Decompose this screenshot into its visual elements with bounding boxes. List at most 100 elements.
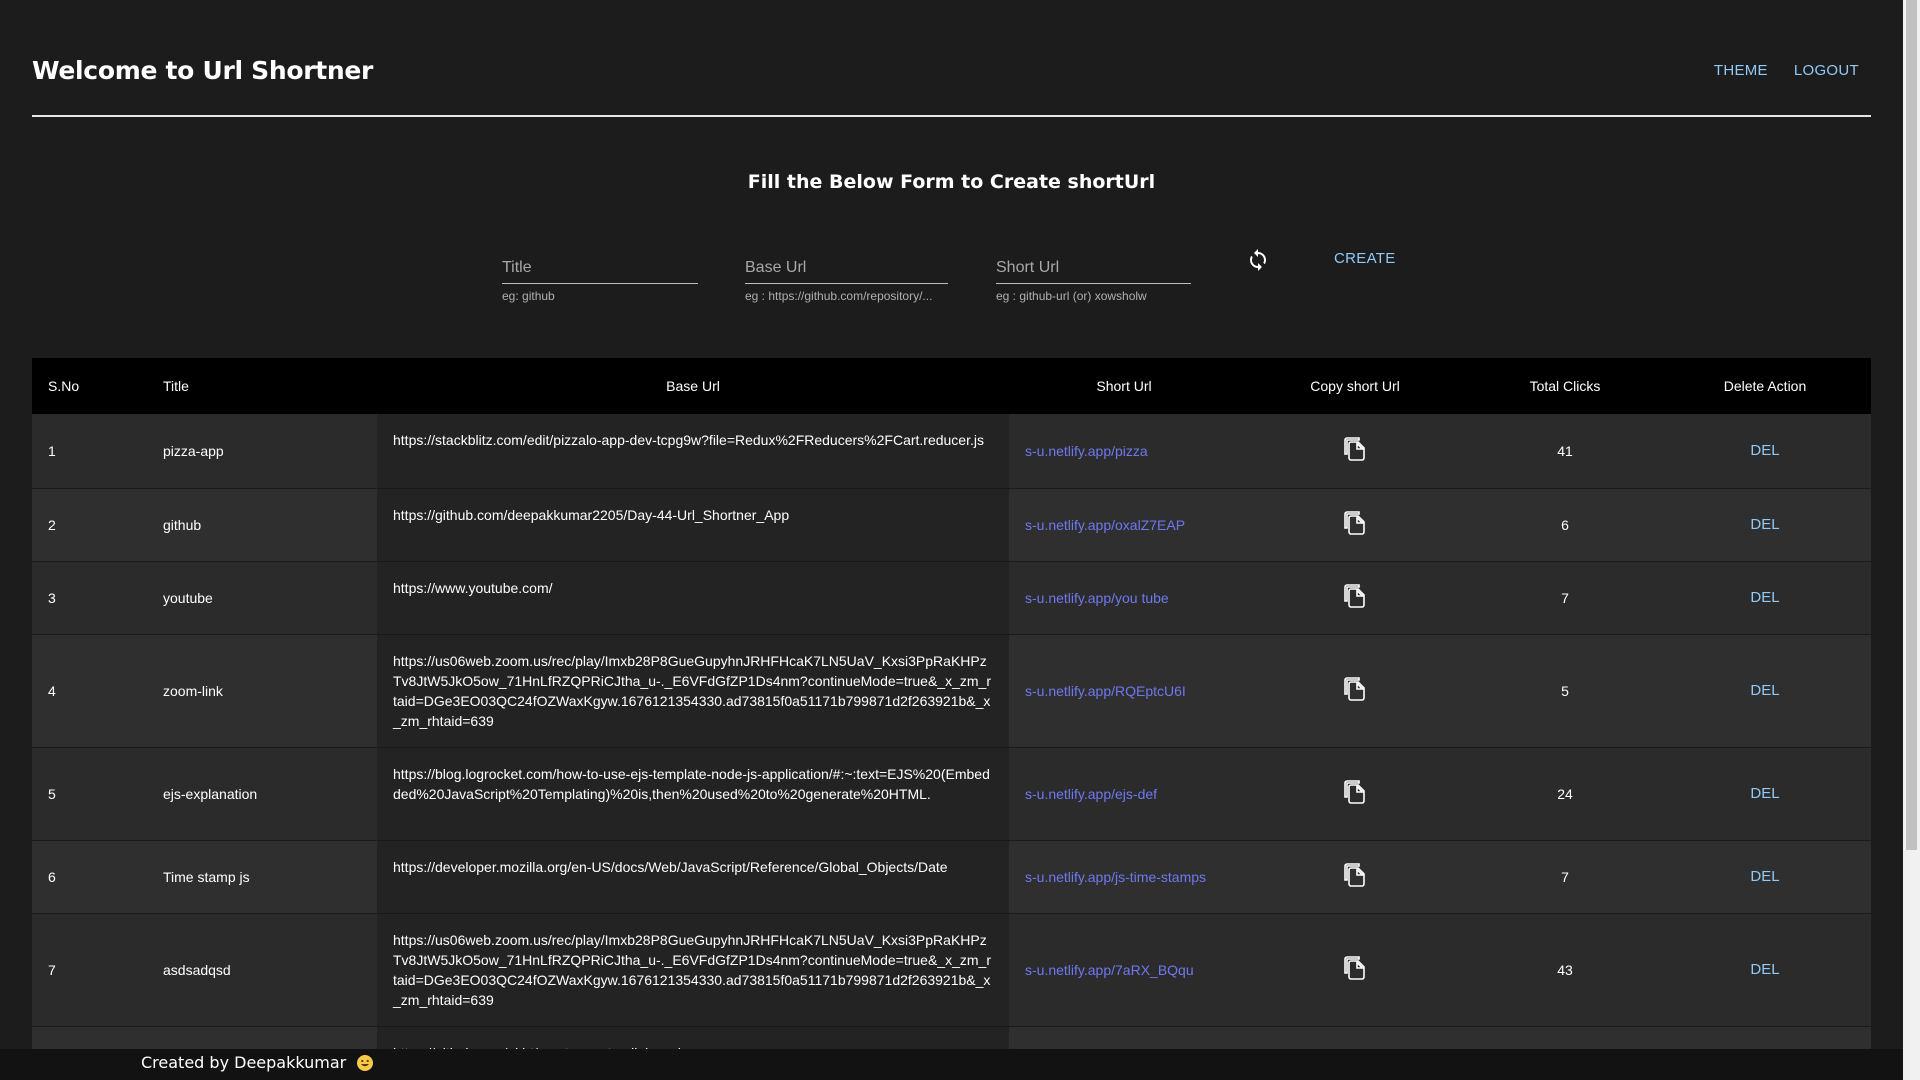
copy-button[interactable] xyxy=(1343,677,1367,701)
cell-clicks: 7 xyxy=(1561,589,1569,606)
copy-button[interactable] xyxy=(1343,780,1367,804)
cell-delete: DEL xyxy=(1659,747,1871,840)
copy-button[interactable] xyxy=(1343,511,1367,535)
short-url-link[interactable]: s-u.netlify.app/RQEptcU6I xyxy=(1025,683,1186,699)
delete-button[interactable]: DEL xyxy=(1744,588,1785,607)
cell-title: zoom-link xyxy=(163,682,223,699)
table-row: 7 asdsadqsd https://us06web.zoom.us/rec/pl… xyxy=(32,913,1871,1026)
grinning-face-icon xyxy=(357,1055,374,1071)
delete-button[interactable]: DEL xyxy=(1744,515,1785,534)
cell-delete: DEL xyxy=(1659,634,1871,747)
cell-delete xyxy=(1659,1026,1871,1050)
copy-icon xyxy=(1343,511,1367,538)
copy-icon xyxy=(1343,780,1367,807)
cell-short-url: s-u.netlify.app/7aRX_BQqu xyxy=(1009,913,1239,1026)
table-header: S.No Title Base Url Short Url Copy short… xyxy=(32,358,1871,414)
short-url-link[interactable]: s-u.netlify.app/pizza xyxy=(1025,443,1148,459)
form-heading: Fill the Below Form to Create shortUrl xyxy=(747,171,1156,193)
cell-sno: 2 xyxy=(48,516,56,533)
cell-sno: 3 xyxy=(48,589,56,606)
table-row: 5 ejs-explanation https://blog.logrocket.c… xyxy=(32,747,1871,840)
cell-base-url: https://stackblitz.com/edit/pizzalo-app-… xyxy=(377,414,1009,488)
cell-copy xyxy=(1239,747,1471,840)
short-url-input[interactable] xyxy=(996,255,1191,284)
cell-short-url: s-u.netlify.app/you tube xyxy=(1009,561,1239,634)
cell-base-url: https://us06web.zoom.us/rec/play/Imxb28P… xyxy=(377,634,1009,747)
page: Welcome to Url Shortner THEME LOGOUT Fil… xyxy=(0,0,1920,1080)
cell-clicks: 41 xyxy=(1557,442,1573,459)
copy-icon xyxy=(1343,437,1367,464)
refresh-icon xyxy=(1246,249,1270,275)
col-header-delete: Delete Action xyxy=(1723,378,1807,394)
cell-base-url: https://www.youtube.com/ xyxy=(377,561,1009,634)
cell-base-url: https://github.com/nkbt/react-copy-to-cl… xyxy=(377,1026,1009,1050)
cell-delete: DEL xyxy=(1659,913,1871,1026)
cell-sno xyxy=(32,1026,147,1050)
scroll-area: Welcome to Url Shortner THEME LOGOUT Fil… xyxy=(0,0,1903,1050)
copy-button[interactable] xyxy=(1343,956,1367,980)
url-table: S.No Title Base Url Short Url Copy short… xyxy=(32,358,1871,1050)
logout-button[interactable]: LOGOUT xyxy=(1790,60,1863,81)
delete-button[interactable]: DEL xyxy=(1744,784,1785,803)
short-url-link[interactable]: s-u.netlify.app/ejs-def xyxy=(1025,786,1157,802)
cell-delete: DEL xyxy=(1659,488,1871,561)
short-url-link[interactable]: s-u.netlify.app/7aRX_BQqu xyxy=(1025,962,1194,978)
footer-credit-text: Created by Deepakkumar xyxy=(141,1053,347,1072)
col-header-short-url: Short Url xyxy=(1096,378,1152,394)
url-table-container: S.No Title Base Url Short Url Copy short… xyxy=(32,358,1871,1050)
create-button[interactable]: CREATE xyxy=(1328,248,1402,269)
cell-short-url: s-u.netlify.app/js-time-stamps xyxy=(1009,840,1239,913)
cell-short-url: s-u.netlify.app/pizza xyxy=(1009,414,1239,488)
delete-button[interactable]: DEL xyxy=(1744,960,1785,979)
cell-clicks: 43 xyxy=(1557,961,1573,978)
footer-credit: Created by Deepakkumar xyxy=(141,1053,374,1072)
cell-title xyxy=(147,1026,377,1050)
cell-delete: DEL xyxy=(1659,561,1871,634)
cell-copy xyxy=(1239,414,1471,488)
table-row: 2 github https://github.com/deepakkumar220… xyxy=(32,488,1871,561)
cell-clicks xyxy=(1471,1026,1659,1050)
base-url-helper-text: eg : https://github.com/repository/... xyxy=(745,289,933,303)
copy-icon xyxy=(1343,584,1367,611)
cell-short-url xyxy=(1009,1026,1239,1050)
table-row: 3 youtube https://www.youtube.com/s-u.netl… xyxy=(32,561,1871,634)
copy-button[interactable] xyxy=(1343,437,1367,464)
cell-base-url: https://github.com/deepakkumar2205/Day-4… xyxy=(377,488,1009,561)
col-header-sno: S.No xyxy=(48,378,80,394)
delete-button[interactable]: DEL xyxy=(1744,681,1785,700)
copy-button[interactable] xyxy=(1343,863,1367,887)
short-url-link[interactable]: s-u.netlify.app/you tube xyxy=(1025,590,1169,606)
cell-sno: 7 xyxy=(48,961,56,978)
delete-button[interactable]: DEL xyxy=(1744,441,1785,460)
copy-icon xyxy=(1343,677,1367,704)
cell-sno: 4 xyxy=(48,682,56,699)
table-row: https://github.com/nkbt/react-copy-to-cl… xyxy=(32,1026,1871,1050)
copy-button[interactable] xyxy=(1343,584,1367,608)
cell-clicks: 5 xyxy=(1561,682,1569,699)
short-url-link[interactable]: s-u.netlify.app/oxalZ7EAP xyxy=(1025,517,1185,533)
short-url-field: eg : github-url (or) xowsholw xyxy=(996,255,1191,303)
cell-clicks: 7 xyxy=(1561,868,1569,885)
short-url-link[interactable]: s-u.netlify.app/js-time-stamps xyxy=(1025,869,1206,885)
theme-button[interactable]: THEME xyxy=(1710,60,1772,81)
scrollbar-thumb[interactable] xyxy=(1906,0,1917,850)
cell-copy xyxy=(1239,634,1471,747)
cell-copy xyxy=(1239,840,1471,913)
base-url-input[interactable] xyxy=(745,255,948,284)
cell-title: asdsadqsd xyxy=(163,961,231,978)
footer: Created by Deepakkumar xyxy=(0,1049,1903,1080)
cell-copy xyxy=(1239,488,1471,561)
cell-delete: DEL xyxy=(1659,414,1871,488)
refresh-button[interactable] xyxy=(1246,248,1270,272)
col-header-title: Title xyxy=(163,378,189,394)
cell-short-url: s-u.netlify.app/oxalZ7EAP xyxy=(1009,488,1239,561)
copy-icon xyxy=(1343,956,1367,983)
cell-title: ejs-explanation xyxy=(163,785,258,802)
cell-short-url: s-u.netlify.app/ejs-def xyxy=(1009,747,1239,840)
title-input[interactable] xyxy=(502,255,698,284)
table-row: 1 pizza-app https://stackblitz.com/edit/pi… xyxy=(32,414,1871,488)
page-scrollbar[interactable] xyxy=(1903,0,1920,1080)
cell-sno: 5 xyxy=(48,785,56,802)
delete-button[interactable]: DEL xyxy=(1744,867,1785,886)
cell-title: Time stamp js xyxy=(163,868,250,885)
